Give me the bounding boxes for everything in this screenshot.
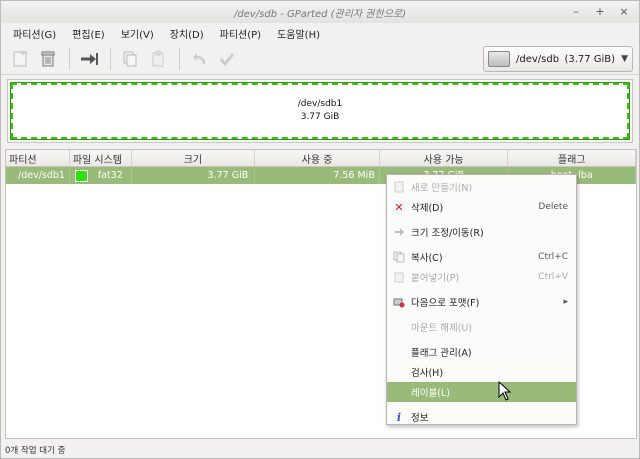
menu-item-label: 마운트 해제(U): [411, 323, 473, 334]
fat32-color-swatch: [74, 169, 88, 182]
partition-block-size: 3.77 GiB: [300, 112, 340, 122]
menu-item-check[interactable]: 검사(H): [387, 362, 576, 382]
table-header: 파티션 파일 시스템 크기 사용 중 사용 가능 플래그: [6, 150, 637, 167]
col-unused[interactable]: 사용 가능: [380, 150, 509, 166]
menu-item-label: 새로 만들기(N): [411, 183, 473, 194]
status-bar: 0개 작업 대기 중: [1, 441, 639, 458]
menu-item-new[interactable]: 새로 만들기(N): [387, 177, 576, 197]
menu-item-label: 복사(C): [411, 253, 443, 264]
menu-item-label-partition[interactable]: 레이블(L): [387, 382, 576, 402]
menu-item-format-to[interactable]: 다음으로 포맷(F) ▸: [387, 292, 576, 312]
mouse-cursor-icon: [498, 381, 512, 401]
menu-item-paste[interactable]: 붙여넣기(P) Ctrl+V: [387, 267, 576, 287]
cell-filesystem: fat32: [70, 167, 132, 184]
gparted-window: /dev/sdb - GParted (관리자 권한으로) – + × 파티션(…: [0, 0, 640, 459]
cell-size: 3.77 GiB: [132, 167, 256, 184]
cell-partition: /dev/sdb1: [6, 167, 70, 184]
menu-item-resize[interactable]: 크기 조정/이동(R): [387, 222, 576, 242]
menu-device[interactable]: 장치(D): [162, 26, 212, 41]
menu-item-manage-flags[interactable]: 플래그 관리(A): [387, 342, 576, 362]
menu-item-accel: Ctrl+C: [538, 252, 568, 262]
menu-item-label: 레이블(L): [411, 388, 450, 399]
col-partition[interactable]: 파티션: [6, 150, 70, 166]
window-controls: – + ×: [569, 4, 631, 18]
paste-icon: [393, 271, 405, 283]
context-menu: 새로 만들기(N) ✕ 삭제(D) Delete 크기 조정/이동(R) 복사(…: [386, 174, 577, 425]
menu-item-information[interactable]: i 정보: [387, 407, 576, 427]
apply-resize-icon[interactable]: [76, 46, 102, 72]
cell-used: 7.56 MiB: [255, 167, 380, 184]
close-icon[interactable]: ×: [617, 4, 631, 18]
menu-item-label: 삭제(D): [411, 203, 444, 214]
device-name: /dev/sdb: [516, 53, 560, 65]
chevron-down-icon: ▼: [621, 54, 628, 64]
disk-icon: [488, 51, 510, 67]
undo-icon[interactable]: [186, 46, 212, 72]
menu-item-label: 붙여넣기(P): [411, 273, 460, 284]
menu-item-label: 크기 조정/이동(R): [411, 228, 484, 239]
menu-item-accel: Ctrl+V: [538, 272, 568, 282]
col-size[interactable]: 크기: [132, 150, 256, 166]
menu-gparted[interactable]: 파티션(G): [5, 26, 64, 41]
device-selector[interactable]: /dev/sdb (3.77 GiB) ▼: [483, 46, 633, 72]
copy-icon: [393, 251, 405, 263]
toolbar-separator: [110, 47, 111, 70]
new-icon[interactable]: [7, 46, 33, 72]
col-used[interactable]: 사용 중: [255, 150, 380, 166]
maximize-icon[interactable]: +: [593, 4, 607, 18]
paste-icon[interactable]: [145, 46, 171, 72]
apply-icon[interactable]: [214, 46, 240, 72]
menu-edit[interactable]: 편집(E): [64, 26, 113, 41]
resize-icon: [393, 226, 405, 238]
submenu-arrow-icon: ▸: [563, 297, 568, 307]
menu-help[interactable]: 도움말(H): [269, 26, 328, 41]
window-title: /dev/sdb - GParted (관리자 권한으로): [233, 8, 407, 20]
menu-item-unmount[interactable]: 마운트 해제(U): [387, 317, 576, 337]
disk-map: /dev/sdb1 3.77 GiB: [7, 79, 633, 143]
new-icon: [393, 181, 405, 193]
col-flags[interactable]: 플래그: [508, 150, 637, 166]
title-bar: /dev/sdb - GParted (관리자 권한으로) – + ×: [1, 1, 639, 23]
menu-partition[interactable]: 파티션(P): [212, 26, 269, 41]
menu-view[interactable]: 보기(V): [113, 26, 162, 41]
toolbar-separator: [179, 47, 180, 70]
menu-item-accel: Delete: [538, 202, 568, 212]
minimize-icon[interactable]: –: [569, 4, 583, 18]
menu-item-label: 검사(H): [411, 368, 444, 379]
menu-item-delete[interactable]: ✕ 삭제(D) Delete: [387, 197, 576, 217]
info-icon: i: [396, 410, 402, 424]
filesystem-label: fat32: [97, 170, 123, 181]
delete-icon[interactable]: [35, 46, 61, 72]
delete-x-icon: ✕: [394, 200, 404, 214]
menu-item-label: 정보: [411, 413, 429, 424]
col-filesystem[interactable]: 파일 시스템: [70, 150, 132, 166]
device-size: (3.77 GiB): [564, 53, 616, 65]
menu-bar: 파티션(G) 편집(E) 보기(V) 장치(D) 파티션(P) 도움말(H): [1, 23, 639, 43]
status-text: 0개 작업 대기 중: [5, 445, 66, 456]
partition-block-sdb1[interactable]: /dev/sdb1 3.77 GiB: [10, 82, 630, 140]
menu-item-label: 플래그 관리(A): [411, 348, 472, 359]
format-icon: [393, 296, 405, 308]
menu-item-copy[interactable]: 복사(C) Ctrl+C: [387, 247, 576, 267]
toolbar: /dev/sdb (3.77 GiB) ▼: [1, 43, 639, 75]
menu-item-label: 다음으로 포맷(F): [411, 298, 480, 309]
partition-block-name: /dev/sdb1: [297, 99, 343, 109]
toolbar-separator: [69, 47, 70, 70]
copy-icon[interactable]: [117, 46, 143, 72]
